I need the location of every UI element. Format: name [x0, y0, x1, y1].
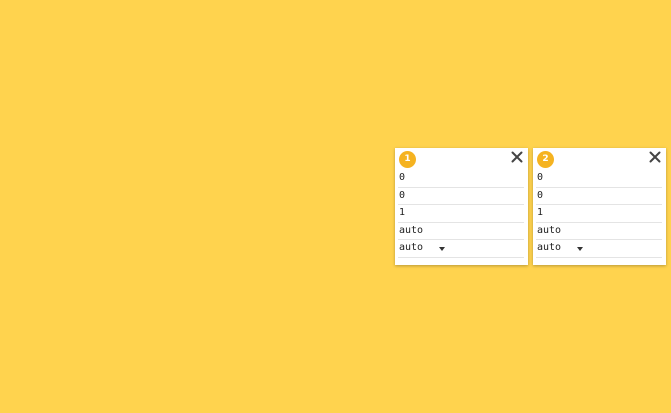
- flex-grow-input[interactable]: 0: [536, 188, 662, 205]
- align-self-value: auto: [399, 242, 424, 253]
- property-fields: 0 0 1 auto auto: [536, 170, 662, 258]
- close-icon[interactable]: [648, 150, 662, 164]
- flex-grow-input[interactable]: 0: [398, 188, 524, 205]
- order-input[interactable]: 0: [536, 170, 662, 188]
- item-number-badge: 2: [537, 151, 554, 168]
- flex-basis-input[interactable]: auto: [536, 223, 662, 240]
- flex-basis-input[interactable]: auto: [398, 223, 524, 240]
- close-icon[interactable]: [510, 150, 524, 164]
- flex-shrink-input[interactable]: 1: [536, 205, 662, 223]
- align-self-select[interactable]: auto: [536, 240, 662, 258]
- order-input[interactable]: 0: [398, 170, 524, 188]
- align-self-value: auto: [537, 242, 562, 253]
- flex-shrink-input[interactable]: 1: [398, 205, 524, 223]
- align-self-select[interactable]: auto: [398, 240, 524, 258]
- flex-item-panel-2: 2 0 0 1 auto auto: [533, 148, 666, 265]
- property-fields: 0 0 1 auto auto: [398, 170, 524, 258]
- flex-item-panel-1: 1 0 0 1 auto auto: [395, 148, 528, 265]
- item-number-badge: 1: [399, 151, 416, 168]
- caret-down-icon: [439, 247, 445, 251]
- caret-down-icon: [577, 247, 583, 251]
